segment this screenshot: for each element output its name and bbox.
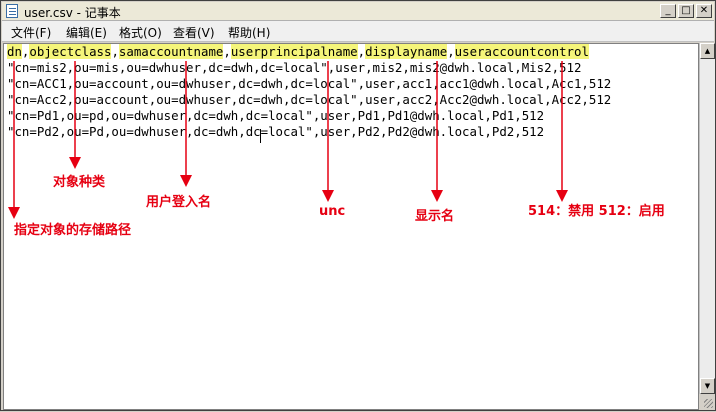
annotation-samaccountname: 用户登入名 (146, 195, 212, 210)
scroll-up-icon[interactable]: ▲ (700, 43, 715, 59)
annotation-userprincipalname: unc (319, 204, 346, 219)
annotation-objectclass: 对象种类 (53, 175, 106, 190)
scroll-down-icon[interactable]: ▼ (700, 378, 715, 394)
annotation-dn: 指定对象的存储路径 (14, 223, 132, 238)
resize-grip-icon[interactable] (699, 394, 715, 410)
annotation-displayname: 显示名 (415, 209, 455, 224)
annotation-useraccountcontrol: 514：禁用 512：启用 (528, 204, 665, 219)
notepad-window: user.csv - 记事本 _ □ ✕ 文件(F) 编辑(E) 格式(O) 查… (0, 0, 716, 411)
vertical-scrollbar[interactable]: ▲ ▼ (699, 43, 715, 394)
